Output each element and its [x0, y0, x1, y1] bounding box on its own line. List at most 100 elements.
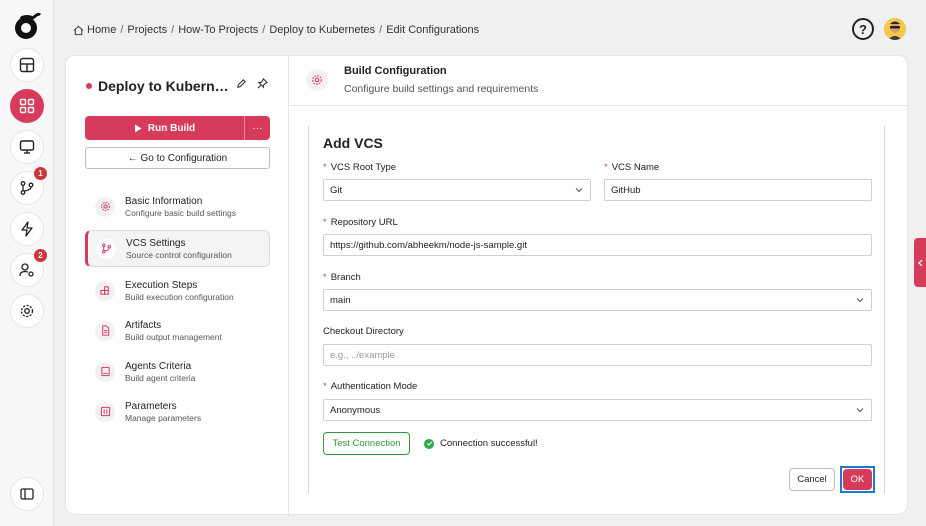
chevron-down-icon [856, 408, 864, 413]
nav-subtitle: Build execution configuration [125, 291, 234, 302]
authentication-mode-label: * Authentication Mode [323, 381, 418, 392]
breadcrumb-separator: / [379, 24, 383, 36]
layout-icon [19, 57, 35, 73]
add-vcs-form: Add VCS * VCS Root Type Git * VCS Name Git… [308, 126, 885, 494]
vcs-name-label: * VCS Name [604, 162, 660, 173]
gear-icon [95, 196, 115, 217]
app-logo-icon[interactable] [11, 9, 43, 41]
chevron-down-icon [575, 188, 583, 193]
panel-title: Build Configuration [344, 65, 447, 77]
grid-icon [19, 98, 35, 114]
agents-nav-button[interactable] [10, 130, 44, 164]
project-name: Deploy to Kubernetes [98, 78, 230, 94]
branch-icon [20, 181, 34, 195]
cancel-button[interactable]: Cancel [789, 468, 835, 491]
nav-vcs-settings[interactable]: VCS Settings Source control configuration [85, 230, 270, 267]
nav-title: Execution Steps [125, 279, 198, 291]
users-badge: 2 [34, 249, 47, 262]
panel-header: Build Configuration Configure build sett… [290, 56, 907, 106]
nav-subtitle: Configure basic build settings [125, 207, 237, 218]
nav-title: Parameters [125, 400, 177, 412]
panel-subtitle: Configure build settings and requirement… [344, 83, 539, 95]
expand-panel-tab[interactable] [914, 238, 926, 287]
sliders-icon [95, 401, 115, 422]
breadcrumb-home[interactable]: Home [87, 24, 116, 36]
pin-icon[interactable] [257, 78, 268, 89]
home-icon[interactable] [73, 25, 84, 36]
nav-execution-steps[interactable]: Execution Steps Build execution configura… [85, 272, 270, 309]
gear-icon [306, 69, 328, 91]
vcs-name-input[interactable]: GitHub [604, 179, 872, 201]
monitor-icon [19, 140, 35, 154]
settings-nav-button[interactable] [10, 294, 44, 328]
check-circle-icon [424, 438, 434, 449]
main-card: Deploy to Kubernetes Run Build ··· ← Go … [65, 55, 908, 516]
chevron-left-icon [917, 259, 922, 266]
breadcrumb-projects[interactable]: Projects [127, 24, 167, 36]
checkout-directory-input[interactable]: e.g., ../example [323, 344, 872, 366]
nav-subtitle: Manage parameters [125, 412, 202, 423]
nav-title: VCS Settings [126, 237, 186, 249]
breadcrumb: Home / Projects / How-To Projects / Depl… [73, 24, 479, 36]
top-right-actions: ? [852, 18, 906, 40]
left-rail: 1 2 [0, 0, 54, 526]
run-build-button[interactable]: Run Build ··· [85, 116, 270, 140]
help-button[interactable]: ? [852, 18, 874, 40]
gear-icon [20, 304, 34, 318]
connection-status-text: Connection successful! [440, 438, 538, 449]
chevron-down-icon [856, 298, 864, 303]
nav-agents-criteria[interactable]: Agents Criteria Build agent criteria [85, 353, 270, 390]
nav-subtitle: Build output management [125, 331, 222, 342]
authentication-mode-select[interactable]: Anonymous [323, 399, 872, 421]
nav-title: Artifacts [125, 319, 162, 331]
test-connection-button[interactable]: Test Connection [323, 432, 410, 455]
breadcrumb-howto-projects[interactable]: How-To Projects [178, 24, 258, 36]
checkout-directory-label: Checkout Directory [323, 326, 404, 337]
avatar[interactable] [884, 18, 906, 40]
breadcrumb-project[interactable]: Deploy to Kubernetes [269, 24, 375, 36]
breadcrumb-separator: / [171, 24, 175, 36]
nav-basic-information[interactable]: Basic Information Configure basic build s… [85, 188, 270, 225]
run-build-label: Run Build [147, 122, 196, 134]
nav-title: Agents Criteria [125, 360, 192, 372]
nav-parameters[interactable]: Parameters Manage parameters [85, 393, 270, 430]
config-sidebar: Deploy to Kubernetes Run Build ··· ← Go … [66, 56, 289, 516]
branch-select[interactable]: main [323, 289, 872, 311]
dashboard-nav-button[interactable] [10, 48, 44, 82]
breadcrumb-current: Edit Configurations [386, 24, 480, 36]
nav-title: Basic Information [125, 195, 203, 207]
projects-nav-button[interactable] [10, 89, 44, 123]
form-title: Add VCS [323, 135, 383, 151]
repository-url-input[interactable]: https://github.com/abheekm/node-js-sampl… [323, 234, 872, 256]
edit-icon[interactable] [236, 78, 247, 89]
go-to-configuration-button[interactable]: ← Go to Configuration [85, 147, 270, 169]
monitor-icon [95, 361, 115, 382]
collapse-sidebar-button[interactable] [10, 477, 44, 511]
breadcrumb-separator: / [120, 24, 124, 36]
file-icon [95, 320, 115, 341]
users-nav-button[interactable]: 2 [10, 249, 47, 287]
status-dot [86, 83, 92, 89]
branch-icon [96, 238, 116, 259]
builds-nav-button[interactable] [10, 212, 44, 246]
help-icon: ? [859, 21, 867, 37]
vcs-root-type-select[interactable]: Git [323, 179, 591, 201]
blocks-icon [95, 280, 115, 301]
nav-subtitle: Source control configuration [126, 249, 232, 260]
repository-url-label: * Repository URL [323, 217, 398, 228]
branch-label: * Branch [323, 272, 361, 283]
breadcrumb-separator: / [262, 24, 266, 36]
nav-artifacts[interactable]: Artifacts Build output management [85, 312, 270, 349]
nav-subtitle: Build agent criteria [125, 372, 196, 383]
project-title: Deploy to Kubernetes [86, 78, 230, 94]
more-options-button[interactable]: ··· [245, 123, 270, 134]
vcs-badge: 1 [34, 167, 47, 180]
connection-status: Connection successful! [424, 438, 538, 449]
vcs-nav-button[interactable]: 1 [10, 167, 47, 205]
ok-button[interactable]: OK [840, 466, 875, 493]
play-icon [134, 124, 142, 132]
lightning-icon [21, 221, 33, 237]
vcs-root-type-label: * VCS Root Type [323, 162, 397, 173]
sidebar-toggle-icon [20, 488, 34, 500]
ok-label: OK [843, 469, 872, 490]
